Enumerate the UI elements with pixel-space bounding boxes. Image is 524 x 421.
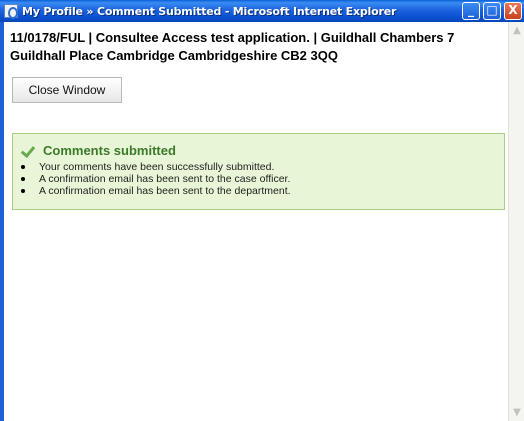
list-item: A confirmation email has been sent to th… [21,185,291,197]
success-message-list: Your comments have been successfully sub… [21,161,291,197]
message-text: A confirmation email has been sent to th… [39,185,291,197]
maximize-button[interactable]: □ [483,2,501,20]
minimize-button[interactable]: _ [462,2,480,20]
close-window-titlebar-button[interactable]: X [504,2,522,20]
list-item: A confirmation email has been sent to th… [21,173,291,185]
checkmark-icon [21,146,33,156]
message-text: A confirmation email has been sent to th… [39,173,291,185]
application-heading: 11/0178/FUL | Consultee Access test appl… [10,30,455,63]
close-window-button[interactable]: Close Window [12,77,122,103]
success-title: Comments submitted [43,143,176,158]
message-text: Your comments have been successfully sub… [39,161,275,173]
page-content: 11/0178/FUL | Consultee Access test appl… [4,22,508,421]
success-message-box: Comments submitted Your comments have be… [12,133,505,210]
list-item: Your comments have been successfully sub… [21,161,291,173]
window-title-bar[interactable]: My Profile » Comment Submitted - Microso… [0,0,524,22]
window-controls: _ □ X [459,2,522,20]
bullet-icon [21,177,25,181]
internet-explorer-icon [4,4,18,19]
bullet-icon [21,165,25,169]
bullet-icon [21,189,25,193]
scroll-up-arrow-icon[interactable]: ▲ [509,22,524,39]
vertical-scrollbar[interactable]: ▲ ▼ [508,22,524,421]
window-title: My Profile » Comment Submitted - Microso… [22,4,397,18]
success-header: Comments submitted [21,143,176,158]
scroll-down-arrow-icon[interactable]: ▼ [509,404,524,421]
